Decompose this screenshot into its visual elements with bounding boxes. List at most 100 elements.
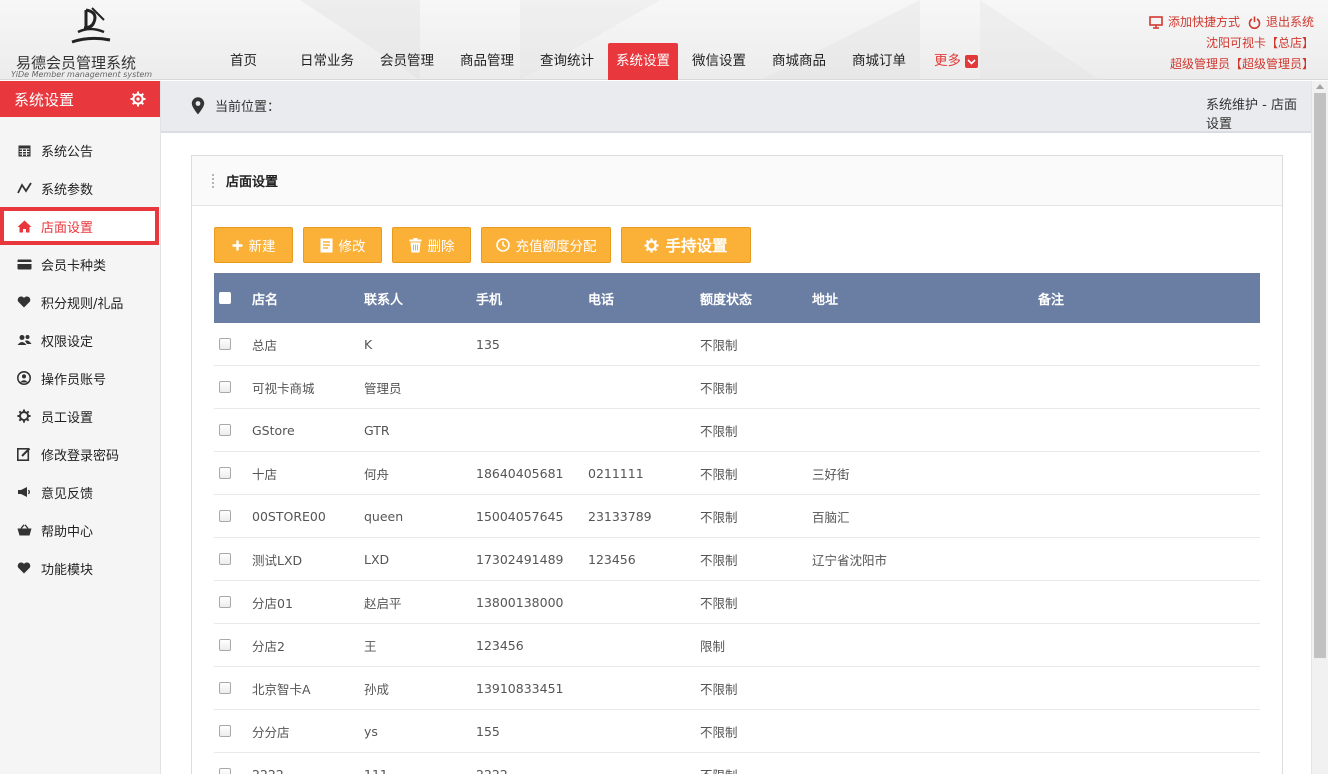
current-user[interactable]: 超级管理员【超级管理员】 (1149, 54, 1314, 75)
row-checkbox[interactable] (219, 553, 231, 565)
cell-mobile: 18640405681 (476, 465, 564, 481)
row-checkbox[interactable] (219, 338, 231, 350)
scroll-thumb[interactable] (1314, 93, 1326, 658)
breadcrumb: 当前位置： 系统维护 - 店面设置 (161, 81, 1311, 133)
nav-item-query-stats[interactable]: 查询统计 (532, 43, 602, 80)
nav-item-system-settings[interactable]: 系统设置 (608, 43, 678, 80)
header-phone[interactable]: 电话 (588, 289, 700, 308)
nav-item-mall-orders[interactable]: 商城订单 (844, 43, 914, 80)
table-row[interactable]: 分店2 王 123456 限制 (214, 624, 1260, 667)
row-checkbox[interactable] (219, 467, 231, 479)
row-checkbox[interactable] (219, 639, 231, 651)
handheld-settings-button[interactable]: 手持设置 (621, 227, 751, 263)
nav-item-mall-products[interactable]: 商城商品 (764, 43, 834, 80)
new-button[interactable]: 新建 (214, 227, 293, 263)
header-contact[interactable]: 联系人 (364, 289, 476, 308)
sidebar-item-announcements[interactable]: 系统公告 (0, 131, 160, 169)
edit-button-label: 修改 (338, 239, 366, 255)
cell-contact: 管理员 (364, 380, 402, 396)
trash-icon (409, 237, 421, 252)
sidebar-item-points-rules[interactable]: 积分规则/礼品 (0, 283, 160, 321)
page-scrollbar[interactable] (1311, 81, 1328, 774)
heart-icon (16, 560, 32, 576)
header-mobile[interactable]: 手机 (476, 289, 588, 308)
panel-title: 店面设置 (226, 175, 279, 190)
cell-mobile: 15004057645 (476, 508, 564, 524)
cell-contact: 孙成 (364, 681, 390, 697)
row-checkbox[interactable] (219, 768, 231, 774)
table-row[interactable]: 00STORE00 queen 15004057645 23133789 不限制… (214, 495, 1260, 538)
nav-item-wechat-settings[interactable]: 微信设置 (684, 43, 754, 80)
sidebar-item-label: 意见反馈 (41, 486, 94, 502)
table-row[interactable]: 北京智卡A 孙成 13910833451 不限制 (214, 667, 1260, 710)
header-store-name[interactable]: 店名 (252, 289, 364, 308)
table-row[interactable]: 十店 何舟 18640405681 0211111 不限制 三好街 (214, 452, 1260, 495)
nav-more-menu[interactable]: 更多 (926, 43, 986, 80)
header-note[interactable]: 备注 (1038, 289, 1260, 308)
cell-contact: 赵启平 (364, 595, 402, 611)
table-row[interactable]: 分分店 ys 155 不限制 (214, 710, 1260, 753)
nav-item-daily-business[interactable]: 日常业务 (292, 43, 362, 80)
row-checkbox[interactable] (219, 510, 231, 522)
sidebar-item-operator-accounts[interactable]: 操作员账号 (0, 359, 160, 397)
header-address[interactable]: 地址 (812, 289, 1038, 308)
logo-mark-icon (71, 7, 111, 44)
table-row[interactable]: 可视卡商城 管理员 不限制 (214, 366, 1260, 409)
logout-link[interactable]: 退出系统 (1248, 12, 1314, 33)
table-row[interactable]: 分店01 赵启平 13800138000 不限制 (214, 581, 1260, 624)
store-table: 店名 联系人 手机 电话 额度状态 地址 备注 总店 K 135 不限制 可视卡… (214, 273, 1260, 774)
row-checkbox[interactable] (219, 682, 231, 694)
sidebar-item-label: 积分规则/礼品 (41, 296, 124, 312)
breadcrumb-label: 当前位置： (215, 100, 281, 115)
current-store[interactable]: 沈阳可视卡【总店】 (1149, 33, 1314, 54)
table-row[interactable]: 总店 K 135 不限制 (214, 323, 1260, 366)
cell-quota-status: 不限制 (700, 337, 738, 353)
table-row[interactable]: 2222 111 2222 不限制 (214, 753, 1260, 774)
sidebar-item-store-settings[interactable]: 店面设置 (0, 207, 159, 245)
nav-item-home[interactable]: 首页 (222, 43, 265, 80)
cell-phone: 23133789 (588, 508, 652, 524)
header-quota-status[interactable]: 额度状态 (700, 289, 812, 308)
sidebar-item-function-modules[interactable]: 功能模块 (0, 549, 160, 587)
gear-icon[interactable] (130, 91, 146, 107)
cell-contact: GTR (364, 422, 390, 438)
row-select-cell (214, 596, 252, 608)
sidebar-item-feedback[interactable]: 意见反馈 (0, 473, 160, 511)
sidebar-item-help-center[interactable]: 帮助中心 (0, 511, 160, 549)
delete-button[interactable]: 删除 (392, 227, 471, 263)
drag-handle-icon (212, 173, 216, 188)
cell-phone: 123456 (588, 551, 636, 567)
sidebar-item-label: 员工设置 (41, 410, 94, 426)
cell-quota-status: 不限制 (700, 765, 812, 774)
app-logo[interactable]: 易德会员管理系统 YiDe Member management system (8, 4, 156, 79)
sidebar-item-system-params[interactable]: 系统参数 (0, 169, 160, 207)
breadcrumb-path: 系统维护 - 店面设置 (1206, 98, 1297, 132)
add-shortcut-link[interactable]: 添加快捷方式 (1149, 12, 1240, 33)
sidebar-item-label: 店面设置 (41, 220, 94, 236)
sidebar-item-permissions[interactable]: 权限设定 (0, 321, 160, 359)
table-row[interactable]: 测试LXD LXD 17302491489 123456 不限制 辽宁省沈阳市 (214, 538, 1260, 581)
table-row[interactable]: GStore GTR 不限制 (214, 409, 1260, 452)
row-checkbox[interactable] (219, 725, 231, 737)
recharge-allocation-label: 充值额度分配 (515, 239, 597, 255)
sidebar-item-label: 系统公告 (41, 144, 94, 160)
row-checkbox[interactable] (219, 596, 231, 608)
cell-mobile: 123456 (476, 637, 524, 653)
row-select-cell (214, 553, 252, 565)
row-checkbox[interactable] (219, 424, 231, 436)
cell-store-name: 总店 (252, 337, 278, 353)
edit-button[interactable]: 修改 (303, 227, 382, 263)
sidebar-item-card-types[interactable]: 会员卡种类 (0, 245, 160, 283)
select-all-checkbox[interactable] (219, 292, 231, 304)
cell-store-name: 分店01 (252, 595, 293, 611)
sidebar-item-change-password[interactable]: 修改登录密码 (0, 435, 160, 473)
cell-contact: queen (364, 508, 404, 524)
scroll-up-icon[interactable] (1316, 84, 1324, 89)
nav-item-member-management[interactable]: 会员管理 (372, 43, 442, 80)
cell-quota-status: 不限制 (700, 724, 738, 740)
cell-contact: 111 (364, 766, 388, 774)
nav-item-product-management[interactable]: 商品管理 (452, 43, 522, 80)
sidebar-item-staff-settings[interactable]: 员工设置 (0, 397, 160, 435)
recharge-allocation-button[interactable]: 充值额度分配 (481, 227, 611, 263)
row-checkbox[interactable] (219, 381, 231, 393)
